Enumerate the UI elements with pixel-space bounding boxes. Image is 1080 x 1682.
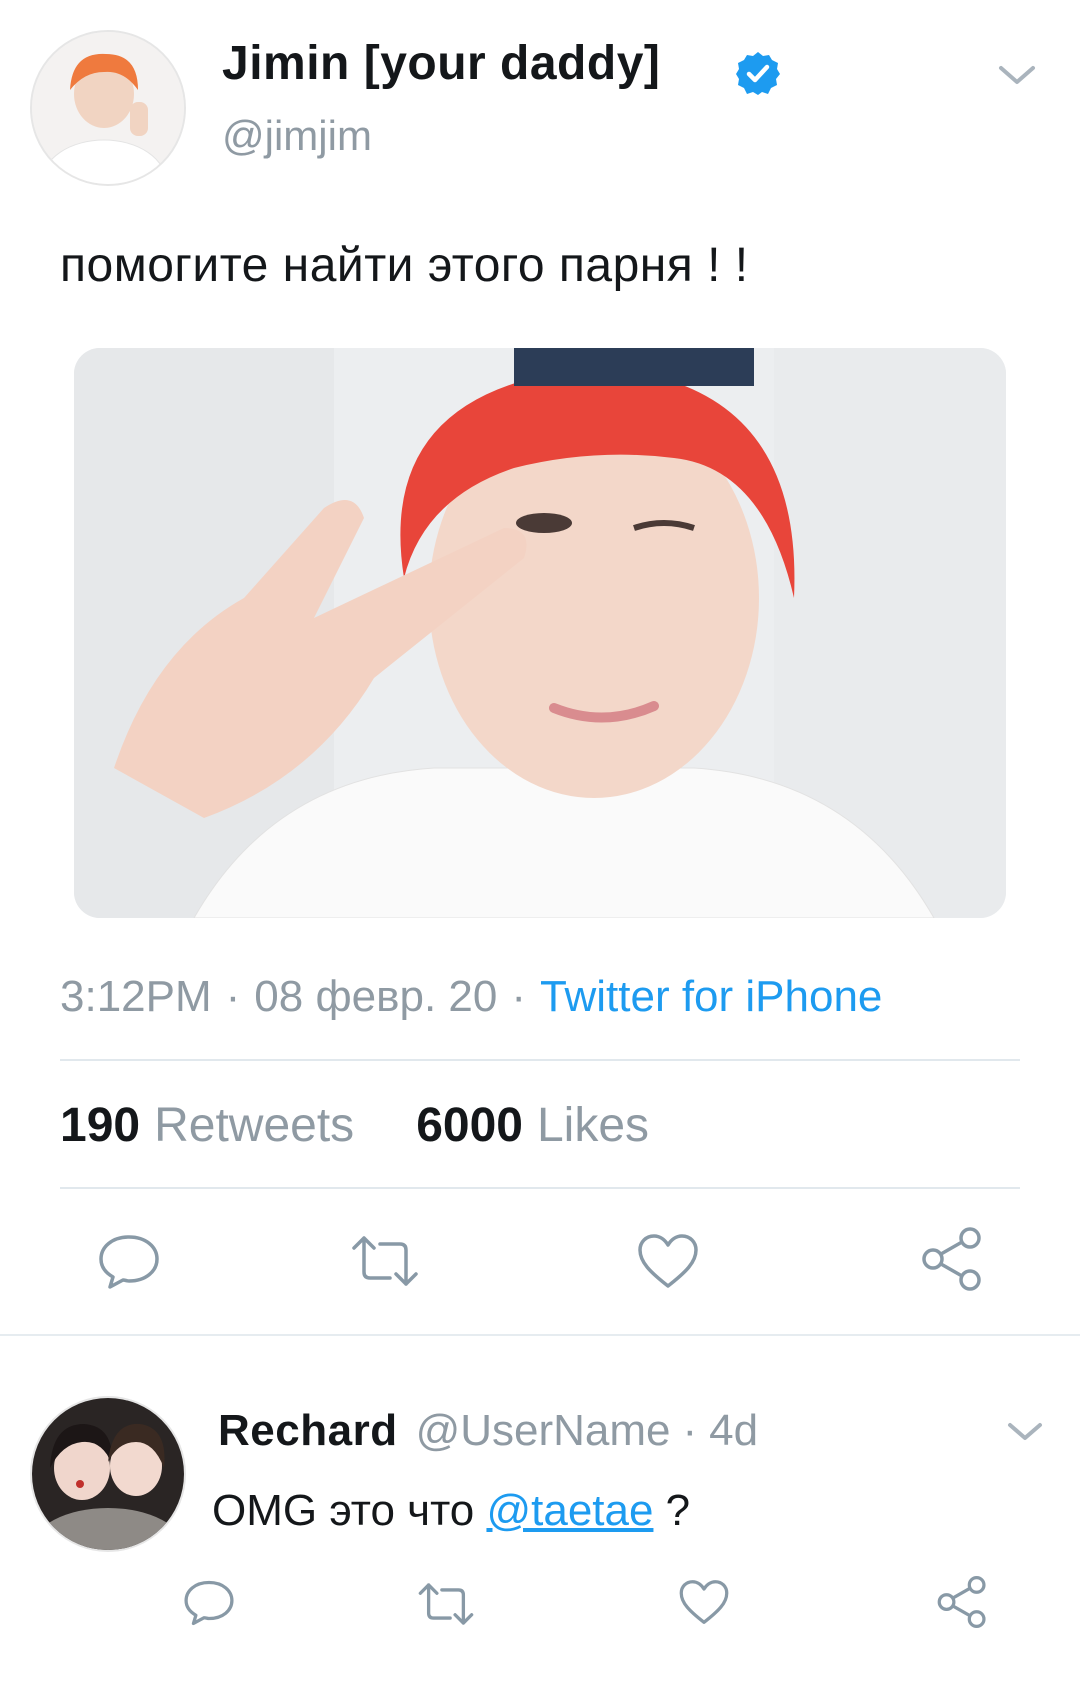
reply-text-before: OMG это что [212, 1486, 487, 1535]
divider [60, 1187, 1020, 1189]
retweets-label: Retweets [154, 1099, 355, 1152]
like-icon[interactable] [636, 1232, 700, 1290]
author-handle[interactable]: @jimjim [222, 112, 372, 160]
chevron-down-icon[interactable] [1005, 1418, 1045, 1446]
reply-timestamp[interactable]: 4d [709, 1406, 758, 1455]
avatar-photo-icon [32, 32, 184, 184]
likes-count: 6000 [416, 1099, 523, 1152]
tweet-source-link[interactable]: Twitter for iPhone [540, 972, 882, 1021]
avatar-photo-icon [32, 1398, 184, 1550]
section-divider [0, 1334, 1080, 1336]
reply-header: Rechard @UserName · 4d [218, 1406, 758, 1456]
reply-author-avatar[interactable] [30, 1396, 186, 1552]
share-icon[interactable] [920, 1226, 984, 1292]
author-avatar[interactable] [30, 30, 186, 186]
reply-text: OMG это что @taetae ? [212, 1486, 690, 1536]
mention-link[interactable]: @taetae [486, 1486, 653, 1535]
retweets-stat[interactable]: 190 Retweets [60, 1099, 354, 1152]
meta-separator: · [225, 972, 241, 1021]
like-icon[interactable] [678, 1578, 730, 1626]
likes-label: Likes [536, 1099, 650, 1152]
tweet-text: помогите найти этого парня ! ! [60, 239, 749, 292]
reply-author-name[interactable]: Rechard [218, 1406, 398, 1455]
retweets-count: 190 [60, 1099, 141, 1152]
retweet-icon[interactable] [418, 1580, 474, 1628]
tweet-media[interactable] [74, 348, 1006, 918]
tweet-time: 3:12PM [60, 972, 212, 1021]
photo-icon [74, 348, 1006, 918]
author-name[interactable]: Jimin [your daddy] [222, 36, 660, 91]
chevron-down-icon[interactable] [995, 60, 1039, 90]
divider [60, 1059, 1020, 1061]
reply-separator: · [682, 1406, 698, 1455]
reply-author-handle[interactable]: @UserName [416, 1406, 671, 1455]
likes-stat[interactable]: 6000 Likes [416, 1099, 649, 1152]
verified-badge-icon [735, 50, 781, 96]
tweet-date[interactable]: 08 февр. 20 [254, 972, 497, 1021]
reply-text-after: ? [653, 1486, 691, 1535]
reply-icon[interactable] [96, 1232, 162, 1292]
tweet-meta: 3:12PM · 08 февр. 20 · Twitter for iPhone [60, 972, 882, 1022]
retweet-icon[interactable] [352, 1232, 418, 1290]
tweet-stats: 190 Retweets 6000 Likes [60, 1098, 649, 1153]
reply-icon[interactable] [182, 1578, 236, 1628]
meta-separator: · [511, 972, 527, 1021]
share-icon[interactable] [936, 1574, 988, 1630]
